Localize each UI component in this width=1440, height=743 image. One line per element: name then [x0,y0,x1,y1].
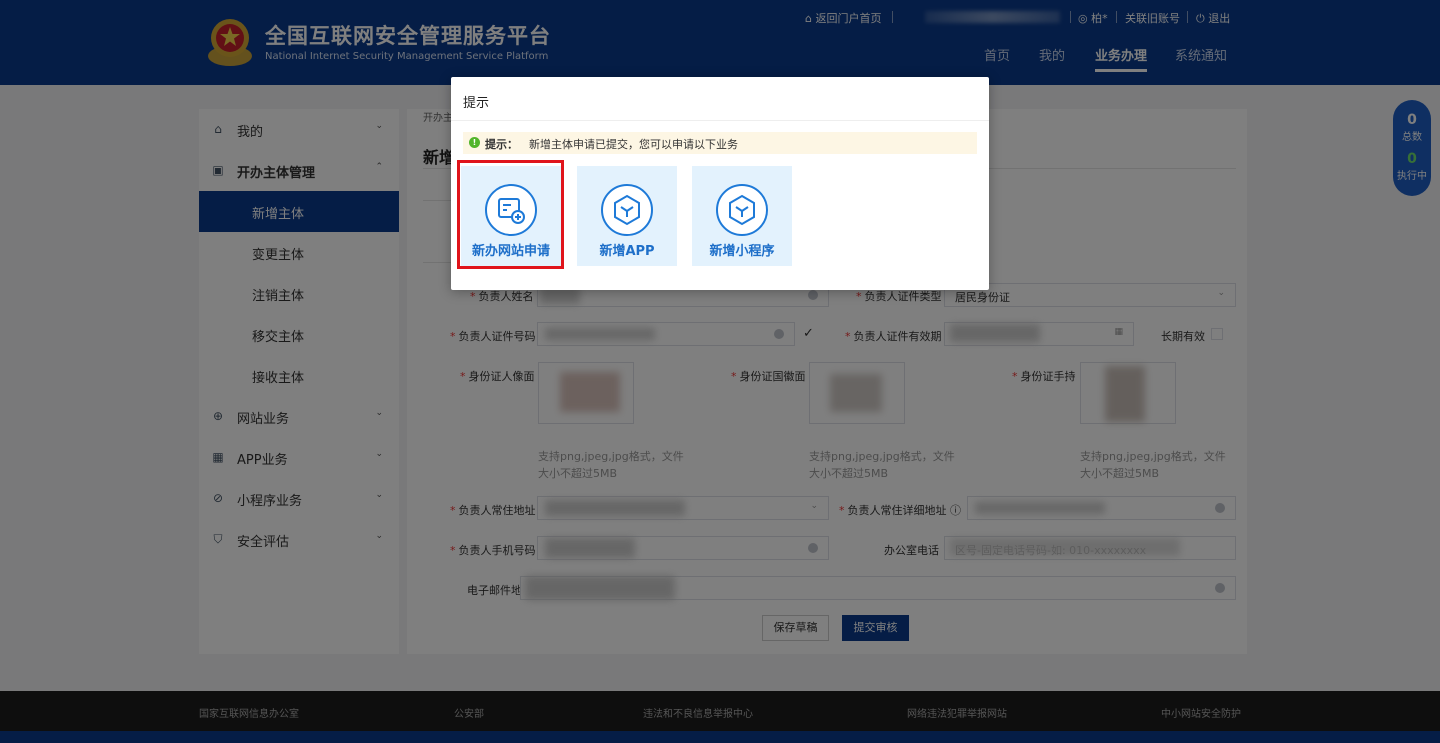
divider [451,120,989,121]
new-app-card[interactable]: 新增APP [577,166,677,266]
new-miniprogram-card[interactable]: 新增小程序 [692,166,792,266]
success-icon: ! [469,137,480,148]
card-label: 新增APP [599,244,655,259]
success-notice: ! 提示： 新增主体申请已提交，您可以申请以下业务 [463,132,977,154]
highlight-box [457,160,564,269]
cube-icon [716,184,768,236]
card-label: 新增小程序 [709,244,775,259]
cube-icon [601,184,653,236]
dialog-title: 提示 [463,96,490,111]
